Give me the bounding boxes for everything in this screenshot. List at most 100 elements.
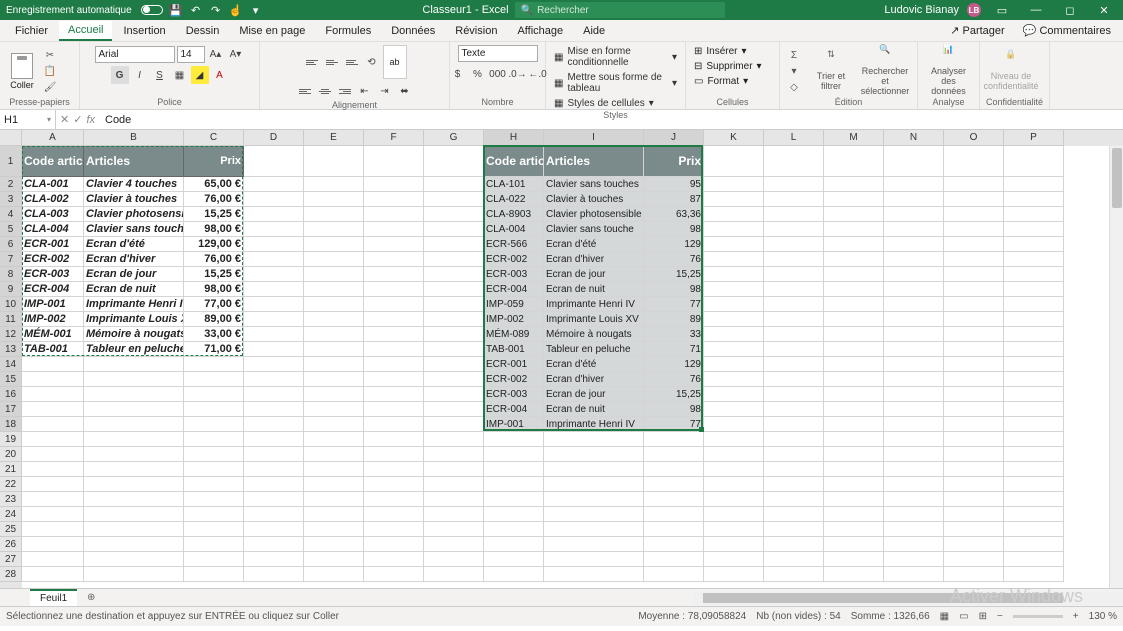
cell[interactable] — [704, 507, 764, 522]
cell[interactable] — [944, 492, 1004, 507]
cell[interactable] — [884, 387, 944, 402]
view-break-icon[interactable]: ⊞ — [979, 611, 987, 622]
cell[interactable] — [304, 507, 364, 522]
col-header[interactable]: B — [84, 130, 184, 146]
cell[interactable] — [824, 342, 884, 357]
cell[interactable] — [644, 507, 704, 522]
cell[interactable]: Clavier sans touche — [544, 222, 644, 237]
zoom-level[interactable]: 130 % — [1089, 611, 1117, 622]
cell[interactable] — [944, 447, 1004, 462]
cell[interactable]: 77 — [644, 297, 704, 312]
cell[interactable] — [424, 297, 484, 312]
tab-home[interactable]: Accueil — [59, 21, 112, 41]
cell[interactable] — [244, 372, 304, 387]
cell[interactable] — [544, 462, 644, 477]
cell[interactable] — [304, 177, 364, 192]
cell[interactable] — [1004, 267, 1064, 282]
col-header[interactable]: H — [484, 130, 544, 146]
cell[interactable] — [944, 252, 1004, 267]
cell[interactable] — [184, 507, 244, 522]
row-header[interactable]: 18 — [0, 417, 22, 432]
cell[interactable] — [364, 297, 424, 312]
cell-styles-button[interactable]: ▦ Styles de cellules ▾ — [552, 97, 656, 110]
cell[interactable] — [944, 177, 1004, 192]
align-top-icon[interactable] — [303, 55, 321, 69]
cell[interactable] — [484, 447, 544, 462]
cell[interactable]: 76,00 € — [184, 252, 244, 267]
cell[interactable]: CLA-8903 — [484, 207, 544, 222]
cell[interactable] — [884, 552, 944, 567]
cell[interactable] — [764, 447, 824, 462]
touch-icon[interactable]: ☝ — [229, 3, 243, 17]
cell[interactable] — [764, 567, 824, 582]
cell[interactable] — [424, 252, 484, 267]
cell[interactable] — [304, 552, 364, 567]
cell[interactable] — [644, 477, 704, 492]
cell[interactable]: Ecran de jour — [544, 267, 644, 282]
cell[interactable] — [84, 372, 184, 387]
cell[interactable] — [1004, 146, 1064, 177]
cell[interactable] — [544, 492, 644, 507]
cell[interactable] — [304, 372, 364, 387]
row-header[interactable]: 7 — [0, 252, 22, 267]
cell[interactable] — [364, 417, 424, 432]
cell[interactable]: Ecran d'hiver — [544, 252, 644, 267]
cell[interactable] — [1004, 297, 1064, 312]
cell[interactable] — [22, 402, 84, 417]
cell[interactable] — [84, 357, 184, 372]
italic-button[interactable]: I — [131, 66, 149, 84]
font-combo[interactable]: Arial — [95, 46, 175, 63]
cell[interactable]: CLA-101 — [484, 177, 544, 192]
cell[interactable] — [84, 492, 184, 507]
cell[interactable] — [304, 192, 364, 207]
redo-icon[interactable]: ↷ — [209, 3, 223, 17]
cell[interactable] — [824, 402, 884, 417]
vertical-scrollbar[interactable] — [1109, 146, 1123, 588]
cell[interactable] — [544, 432, 644, 447]
cell[interactable]: Tableur en peluche — [544, 342, 644, 357]
row-header[interactable]: 26 — [0, 537, 22, 552]
insert-button[interactable]: ⊞ Insérer ▾ — [692, 45, 749, 58]
cell[interactable]: Clavier 4 touches — [84, 177, 184, 192]
col-header[interactable]: M — [824, 130, 884, 146]
cell[interactable] — [1004, 207, 1064, 222]
row-header[interactable]: 1 — [0, 146, 22, 177]
orientation-icon[interactable]: ⟲ — [363, 53, 381, 71]
cell[interactable]: IMP-001 — [22, 297, 84, 312]
cell[interactable] — [1004, 342, 1064, 357]
cell[interactable] — [184, 402, 244, 417]
cell[interactable] — [364, 327, 424, 342]
row-header[interactable]: 13 — [0, 342, 22, 357]
cell[interactable] — [364, 432, 424, 447]
cell[interactable] — [1004, 192, 1064, 207]
cell[interactable]: CLA-001 — [22, 177, 84, 192]
cell[interactable] — [84, 567, 184, 582]
cell[interactable]: ECR-003 — [484, 267, 544, 282]
cell[interactable] — [824, 522, 884, 537]
font-color-icon[interactable]: A — [211, 66, 229, 84]
cell[interactable] — [424, 417, 484, 432]
col-header[interactable]: E — [304, 130, 364, 146]
cell[interactable] — [764, 462, 824, 477]
cell[interactable] — [364, 552, 424, 567]
cell[interactable]: 15,25 € — [184, 267, 244, 282]
cell[interactable] — [304, 312, 364, 327]
row-header[interactable]: 21 — [0, 462, 22, 477]
cell[interactable] — [22, 492, 84, 507]
cell[interactable] — [1004, 402, 1064, 417]
align-right-icon[interactable] — [336, 84, 354, 98]
cell[interactable] — [304, 417, 364, 432]
indent-dec-icon[interactable]: ⇤ — [356, 82, 374, 100]
cell[interactable] — [824, 507, 884, 522]
number-format-combo[interactable]: Texte — [458, 45, 538, 62]
row-header[interactable]: 4 — [0, 207, 22, 222]
cell[interactable] — [644, 537, 704, 552]
cell[interactable]: 77 — [644, 417, 704, 432]
cell[interactable] — [884, 522, 944, 537]
cut-icon[interactable]: ✂ — [42, 48, 58, 62]
cell[interactable] — [644, 522, 704, 537]
col-header[interactable]: F — [364, 130, 424, 146]
cell[interactable] — [244, 327, 304, 342]
cell[interactable] — [184, 387, 244, 402]
cell[interactable] — [824, 552, 884, 567]
